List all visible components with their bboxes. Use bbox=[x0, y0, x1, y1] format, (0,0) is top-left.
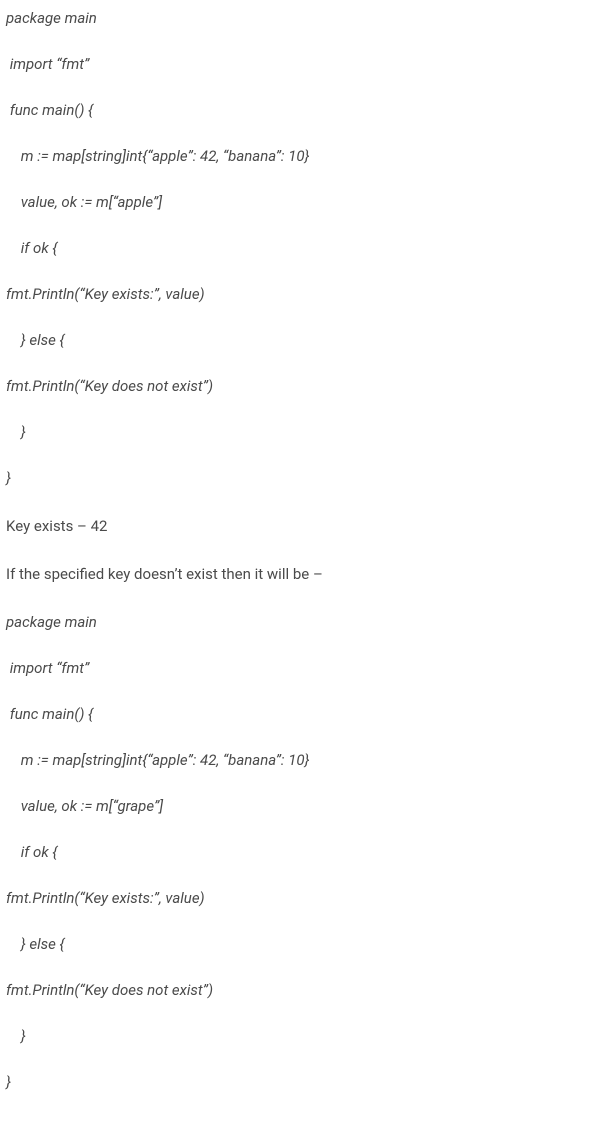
code-line: } bbox=[6, 1070, 596, 1094]
code-line: func main() { bbox=[6, 98, 596, 122]
code-line: } bbox=[6, 1024, 596, 1048]
code-line: package main bbox=[6, 610, 596, 634]
transition-text: If the specified key doesn’t exist then … bbox=[6, 562, 596, 586]
code-line: } bbox=[6, 466, 596, 490]
code-line: fmt.Println(“Key exists:”, value) bbox=[6, 886, 596, 910]
code-line: import “fmt” bbox=[6, 656, 596, 680]
output-text: Key exists – 42 bbox=[6, 514, 596, 538]
code-line: fmt.Println(“Key does not exist”) bbox=[6, 374, 596, 398]
code-line: value, ok := m[“apple”] bbox=[6, 190, 596, 214]
code-line: m := map[string]int{“apple”: 42, “banana… bbox=[6, 748, 596, 772]
code-line: if ok { bbox=[6, 840, 596, 864]
code-line: m := map[string]int{“apple”: 42, “banana… bbox=[6, 144, 596, 168]
code-block-2: package main import “fmt” func main() { … bbox=[6, 610, 596, 1094]
code-line: fmt.Println(“Key exists:”, value) bbox=[6, 282, 596, 306]
code-line: if ok { bbox=[6, 236, 596, 260]
code-line: package main bbox=[6, 6, 596, 30]
code-block-1: package main import “fmt” func main() { … bbox=[6, 6, 596, 490]
code-line: } else { bbox=[6, 932, 596, 956]
code-line: func main() { bbox=[6, 702, 596, 726]
code-line: fmt.Println(“Key does not exist”) bbox=[6, 978, 596, 1002]
code-line: } else { bbox=[6, 328, 596, 352]
code-line: } bbox=[6, 420, 596, 444]
code-line: value, ok := m[“grape”] bbox=[6, 794, 596, 818]
code-line: import “fmt” bbox=[6, 52, 596, 76]
